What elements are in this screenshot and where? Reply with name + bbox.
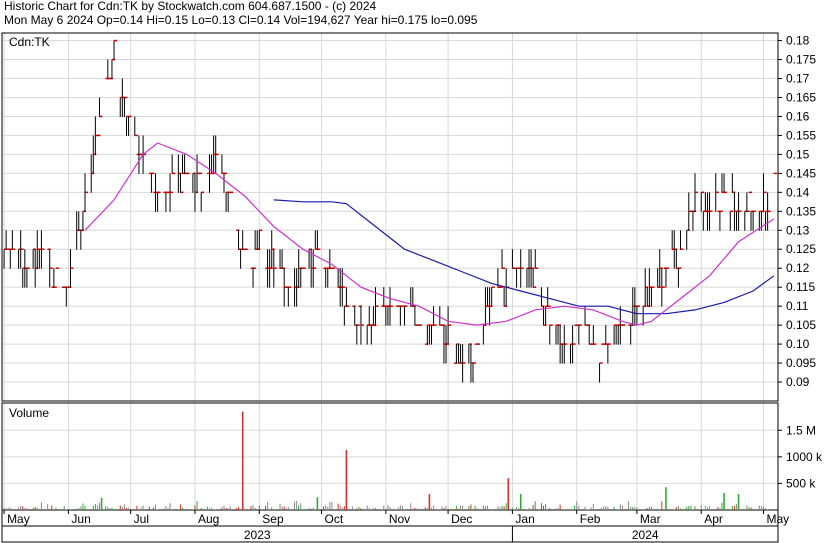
price-tick-label: 0.16: [786, 109, 810, 123]
moving-average-short: [84, 142, 775, 326]
price-tick-label: 0.125: [786, 242, 816, 256]
volume-tick-label: 500 k: [786, 476, 816, 490]
x-month-label: Sep: [262, 512, 284, 526]
symbol-label: Cdn:TK: [9, 35, 50, 49]
price-tick-label: 0.175: [786, 53, 816, 67]
x-month-label: Jul: [134, 512, 149, 526]
volume-grid: [2, 403, 778, 510]
x-month-label: Jun: [71, 512, 90, 526]
stock-chart: Cdn:TK Volume 0.18 0.175 0.17 0.165 0.16 0.15…: [1, 32, 823, 543]
x-year-label: 2024: [632, 528, 659, 542]
x-month-label: Aug: [198, 512, 219, 526]
x-month-label: Jan: [515, 512, 534, 526]
price-tick-label: 0.14: [786, 185, 810, 199]
price-tick-label: 0.155: [786, 128, 816, 142]
x-month-label: May: [766, 512, 789, 526]
x-month-label: Mar: [640, 512, 661, 526]
volume-y-axis: 1.5 M 1000 k 500 k: [778, 423, 823, 490]
x-month-label: May: [7, 512, 30, 526]
x-month-label: Feb: [580, 512, 601, 526]
x-month-label: Apr: [704, 512, 723, 526]
volume-label: Volume: [9, 406, 49, 420]
price-tick-label: 0.15: [786, 147, 810, 161]
x-month-label: Nov: [389, 512, 410, 526]
x-month-label: Oct: [325, 512, 344, 526]
price-tick-label: 0.115: [786, 280, 815, 294]
price-y-axis: 0.18 0.175 0.17 0.165 0.16 0.155 0.15 0.145 0.14…: [778, 34, 816, 389]
price-tick-label: 0.10: [786, 337, 810, 351]
price-tick-label: 0.165: [786, 90, 816, 104]
price-tick-label: 0.095: [786, 356, 816, 370]
price-tick-label: 0.105: [786, 318, 816, 332]
price-tick-label: 0.13: [786, 223, 810, 237]
x-month-label: Dec: [451, 512, 472, 526]
volume-tick-label: 1.5 M: [786, 423, 816, 437]
price-tick-label: 0.12: [786, 261, 810, 275]
price-tick-label: 0.11: [786, 299, 809, 313]
moving-average-long: [273, 199, 775, 315]
volume-bars: [3, 411, 775, 510]
price-tick-label: 0.17: [786, 72, 810, 86]
price-tick-label: 0.135: [786, 204, 816, 218]
chart-stage: Historic Chart for Cdn:TK by Stockwatch.…: [0, 0, 830, 543]
price-tick-label: 0.145: [786, 166, 816, 180]
price-grid: [2, 33, 778, 401]
price-tick-label: 0.09: [786, 375, 810, 389]
price-tick-label: 0.18: [786, 34, 810, 48]
price-panel-frame: [1, 32, 779, 402]
x-year-label: 2023: [244, 528, 271, 542]
volume-tick-label: 1000 k: [786, 450, 823, 464]
